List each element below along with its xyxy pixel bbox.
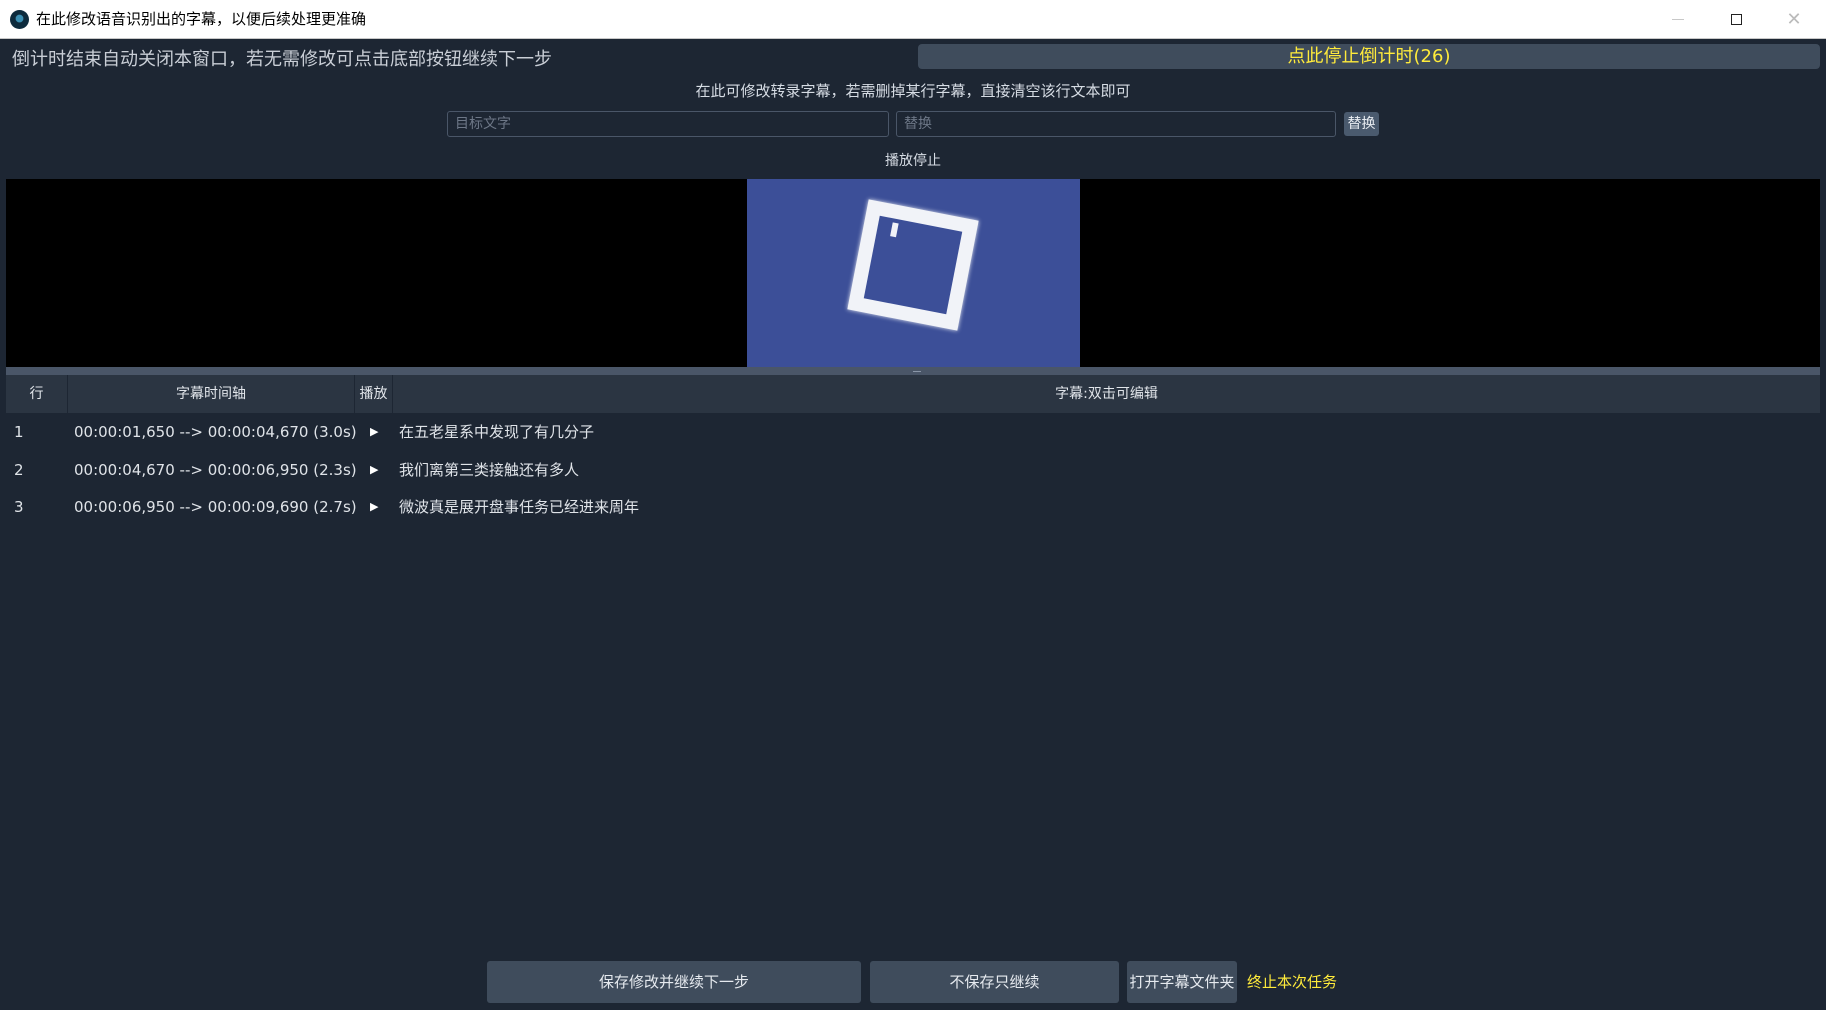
grip-icon [913,371,921,372]
save-and-continue-button[interactable]: 保存修改并继续下一步 [487,961,861,1003]
subtitle-edit-window: 在此修改语音识别出的字幕，以便后续处理更准确 ✕ 倒计时结束自动关闭本窗口，若无… [0,0,1826,1010]
window-title: 在此修改语音识别出的字幕，以便后续处理更准确 [36,10,367,28]
table-header: 行 字幕时间轴 播放 字幕:双击可编辑 [6,375,1820,413]
play-icon[interactable]: ▶ [370,413,378,451]
table-row[interactable]: 3 00:00:06,950 --> 00:00:09,690 (2.7s) ▶… [6,488,1820,526]
header-subtitle[interactable]: 字幕:双击可编辑 [393,375,1820,413]
table-row[interactable]: 1 00:00:01,650 --> 00:00:04,670 (3.0s) ▶… [6,413,1820,451]
app-icon [10,10,29,29]
row-subtitle-text[interactable]: 我们离第三类接触还有多人 [399,451,579,489]
countdown-notice: 倒计时结束自动关闭本窗口，若无需修改可点击底部按钮继续下一步 [12,49,552,70]
edit-hint: 在此可修改转录字幕，若需删掉某行字幕，直接清空该行文本即可 [695,82,1131,100]
header-play[interactable]: 播放 [355,375,393,413]
stop-countdown-button[interactable]: 点此停止倒计时(26) [918,44,1820,69]
subtitle-table: 行 字幕时间轴 播放 字幕:双击可编辑 1 00:00:01,650 --> 0… [6,375,1820,526]
header-row-number[interactable]: 行 [6,375,68,413]
video-frame [747,179,1080,367]
video-logo-icon [847,199,979,331]
table-row[interactable]: 2 00:00:04,670 --> 00:00:06,950 (2.3s) ▶… [6,451,1820,489]
replace-button[interactable]: 替换 [1344,112,1379,136]
row-number: 2 [14,460,24,479]
row-subtitle-text[interactable]: 微波真是展开盘事任务已经进来周年 [399,488,639,526]
row-number: 1 [14,423,24,441]
row-subtitle-text[interactable]: 在五老星系中发现了有几分子 [399,413,594,451]
open-subtitle-folder-button[interactable]: 打开字幕文件夹 [1127,961,1237,1003]
target-text-input[interactable] [447,111,889,137]
title-bar: 在此修改语音识别出的字幕，以便后续处理更准确 ✕ [0,0,1826,39]
close-icon: ✕ [1786,8,1802,30]
row-timeline: 00:00:04,670 --> 00:00:06,950 (2.3s) [74,460,357,479]
replace-text-input[interactable] [896,111,1336,137]
video-preview[interactable] [6,179,1820,367]
play-icon[interactable]: ▶ [370,451,378,489]
splitter-handle[interactable] [6,367,1820,375]
maximize-button[interactable] [1708,0,1764,38]
minimize-button[interactable] [1650,0,1706,38]
row-number: 3 [14,498,24,516]
maximize-icon [1730,13,1742,25]
row-timeline: 00:00:06,950 --> 00:00:09,690 (2.7s) [74,498,357,516]
row-timeline: 00:00:01,650 --> 00:00:04,670 (3.0s) [74,423,357,441]
close-button[interactable]: ✕ [1766,0,1822,38]
playback-status: 播放停止 [885,153,941,169]
terminate-task-link[interactable]: 终止本次任务 [1247,961,1337,1003]
minimize-icon [1672,18,1684,20]
header-timeline[interactable]: 字幕时间轴 [68,375,355,413]
continue-without-save-button[interactable]: 不保存只继续 [870,961,1119,1003]
play-icon[interactable]: ▶ [370,488,378,526]
